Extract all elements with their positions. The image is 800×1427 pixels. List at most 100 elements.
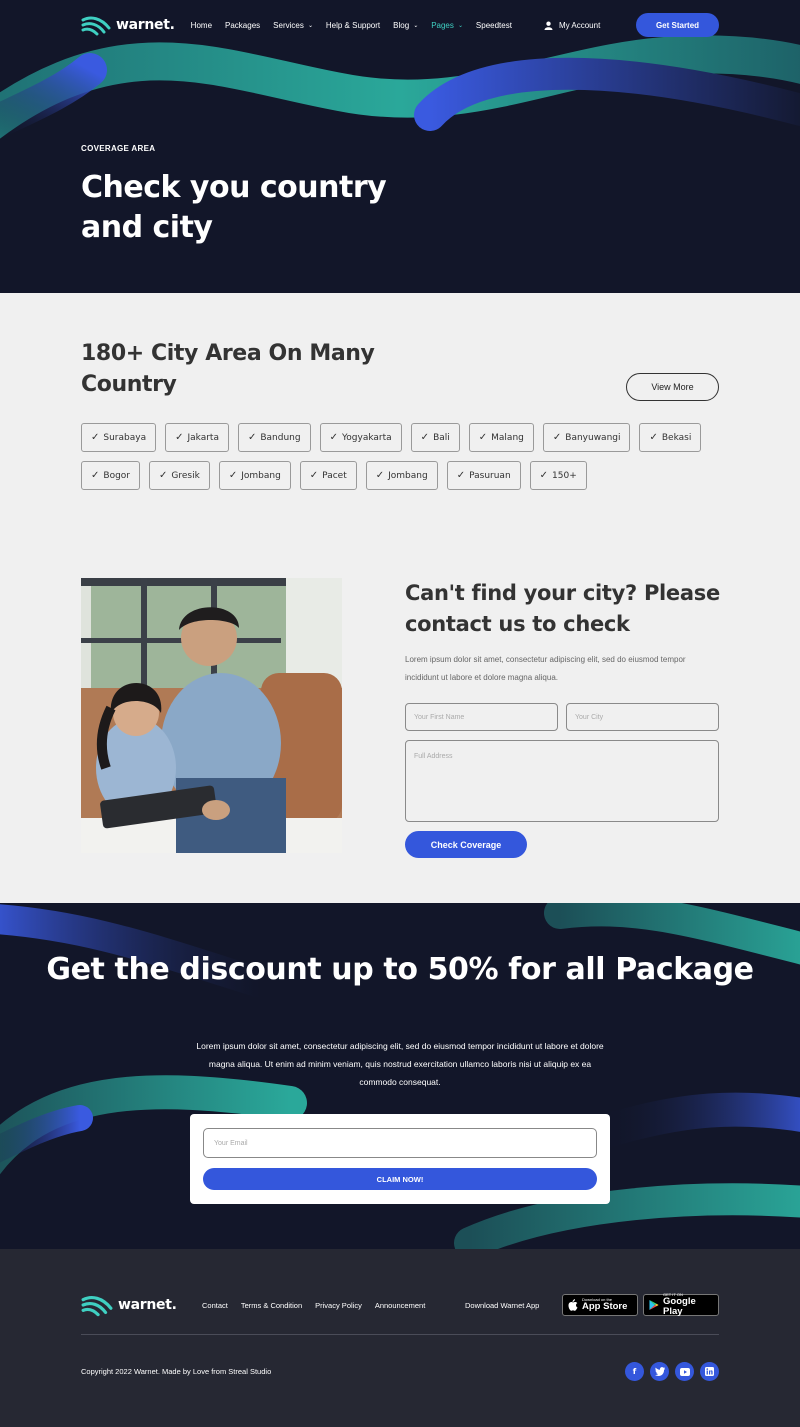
first-name-input[interactable]: Your First Name bbox=[405, 703, 558, 731]
city-chip-label: Malang bbox=[491, 432, 524, 443]
my-account-label: My Account bbox=[558, 20, 601, 30]
check-icon: ✓ bbox=[175, 432, 184, 443]
check-icon: ✓ bbox=[228, 470, 238, 481]
hero-title: Check you country and city bbox=[81, 170, 387, 245]
nav-item-pages[interactable]: Pages ⌄ bbox=[431, 21, 463, 30]
twitter-icon[interactable] bbox=[650, 1362, 669, 1381]
footer-brand-logo[interactable]: warnet. bbox=[81, 1293, 177, 1317]
city-chip[interactable]: ✓ Surabaya bbox=[81, 423, 157, 452]
check-icon: ✓ bbox=[247, 432, 257, 443]
check-icon: ✓ bbox=[539, 470, 549, 481]
footer-brand-name: warnet. bbox=[118, 1297, 177, 1313]
promo-title: Get the discount up to 50% for all Packa… bbox=[46, 952, 754, 987]
facebook-icon[interactable]: f bbox=[625, 1362, 644, 1381]
city-chip-label: Bandung bbox=[260, 432, 301, 443]
hero-section: warnet. Home Packages Services ⌄ Help & S… bbox=[0, 0, 800, 293]
footer-links: Contact Terms & Condition Privacy Policy… bbox=[202, 1301, 425, 1310]
city-chip-label: Pasuruan bbox=[469, 470, 511, 481]
city-chip[interactable]: ✓ Bali bbox=[410, 423, 460, 452]
check-icon: ✓ bbox=[649, 432, 658, 443]
city-chip-label: Surabaya bbox=[103, 432, 147, 443]
city-chip[interactable]: ✓ Bogor bbox=[81, 461, 140, 490]
contact-title: Can't find your city? Please contact us … bbox=[405, 581, 720, 636]
app-store-big-text: App Store bbox=[582, 1301, 628, 1312]
city-chip-label: Jombang bbox=[241, 470, 281, 481]
city-chip-label: Bogor bbox=[103, 470, 130, 481]
city-chip-row: ✓ Surabaya ✓ Jakarta ✓ Bandung ✓ Yogyakarta ✓ Bal… bbox=[81, 423, 721, 452]
nav-item-speedtest[interactable]: Speedtest bbox=[476, 21, 512, 30]
check-icon: ✓ bbox=[159, 470, 168, 481]
main-menu: Home Packages Services ⌄ Help & Support B… bbox=[191, 21, 525, 30]
city-chip-label: Jakarta bbox=[187, 432, 219, 443]
city-chip-list: ✓ Surabaya ✓ Jakarta ✓ Bandung ✓ Yogyakarta ✓ Bal… bbox=[81, 423, 721, 499]
get-started-button[interactable]: Get Started bbox=[636, 13, 719, 37]
city-chip-label: Banyuwangi bbox=[565, 432, 621, 443]
google-play-badge[interactable]: GET IT ON Google Play bbox=[643, 1293, 719, 1317]
view-more-button[interactable]: View More bbox=[626, 373, 719, 401]
footer-link-contact[interactable]: Contact bbox=[202, 1301, 228, 1310]
social-links: f bbox=[625, 1362, 719, 1381]
user-icon bbox=[544, 21, 553, 30]
city-chip[interactable]: ✓ Banyuwangi bbox=[542, 423, 631, 452]
nav-item-help-label: Help & Support bbox=[325, 20, 381, 30]
nav-item-blog-label: Blog bbox=[393, 20, 410, 30]
city-chip-label: Bali bbox=[433, 432, 450, 443]
brand-name: warnet. bbox=[116, 17, 175, 33]
apple-icon bbox=[568, 1299, 578, 1311]
full-address-textarea[interactable]: Full Address bbox=[405, 740, 719, 822]
nav-item-blog[interactable]: Blog ⌄ bbox=[393, 21, 418, 30]
contact-description: Lorem ipsum dolor sit amet, consectetur … bbox=[405, 655, 686, 682]
chevron-down-icon: ⌄ bbox=[457, 22, 463, 29]
check-icon: ✓ bbox=[375, 470, 385, 481]
city-chip[interactable]: ✓ Pasuruan bbox=[446, 461, 521, 490]
chevron-down-icon: ⌄ bbox=[413, 22, 419, 29]
check-icon: ✓ bbox=[309, 470, 319, 481]
city-chip[interactable]: ✓ 150+ bbox=[529, 461, 587, 490]
claim-card: Your Email CLAIM NOW! bbox=[190, 1114, 610, 1204]
copyright-text: Copyright 2022 Warnet. Made by Love from… bbox=[81, 1367, 272, 1376]
claim-now-button[interactable]: CLAIM NOW! bbox=[203, 1168, 597, 1190]
footer: warnet. Contact Terms & Condition Privac… bbox=[0, 1249, 800, 1427]
nav-item-services[interactable]: Services ⌄ bbox=[273, 21, 313, 30]
city-chip[interactable]: ✓ Yogyakarta bbox=[319, 423, 402, 452]
discount-section: Get the discount up to 50% for all Packa… bbox=[0, 903, 800, 1249]
footer-link-terms[interactable]: Terms & Condition bbox=[241, 1301, 302, 1310]
city-input[interactable]: Your City bbox=[566, 703, 719, 731]
chevron-down-icon: ⌄ bbox=[307, 22, 313, 29]
top-nav: warnet. Home Packages Services ⌄ Help & S… bbox=[81, 12, 719, 38]
youtube-icon[interactable] bbox=[675, 1362, 694, 1381]
city-chip[interactable]: ✓ Bekasi bbox=[639, 423, 702, 452]
nav-item-home-label: Home bbox=[190, 20, 213, 30]
linkedin-icon[interactable] bbox=[700, 1362, 719, 1381]
city-chip-label: Jombang bbox=[388, 470, 428, 481]
check-icon: ✓ bbox=[91, 470, 100, 481]
footer-link-announcement[interactable]: Announcement bbox=[375, 1301, 425, 1310]
city-chip[interactable]: ✓ Pacet bbox=[299, 461, 357, 490]
check-coverage-button[interactable]: Check Coverage bbox=[405, 831, 527, 858]
nav-item-home[interactable]: Home bbox=[191, 21, 212, 30]
city-chip[interactable]: ✓ Jombang bbox=[218, 461, 291, 490]
nav-item-packages[interactable]: Packages bbox=[225, 21, 260, 30]
check-icon: ✓ bbox=[552, 432, 562, 443]
wifi-logo-icon bbox=[81, 1296, 113, 1317]
footer-link-privacy[interactable]: Privacy Policy bbox=[315, 1301, 362, 1310]
brand-logo[interactable]: warnet. bbox=[81, 14, 175, 36]
wifi-logo-icon bbox=[81, 16, 111, 36]
city-chip[interactable]: ✓ Malang bbox=[468, 423, 534, 452]
city-chip[interactable]: ✓ Bandung bbox=[237, 423, 311, 452]
hero-eyebrow: COVERAGE AREA bbox=[81, 144, 156, 153]
footer-divider bbox=[81, 1334, 719, 1335]
email-input[interactable]: Your Email bbox=[203, 1128, 597, 1158]
nav-item-speedtest-label: Speedtest bbox=[475, 20, 512, 30]
city-chip-label: Bekasi bbox=[661, 432, 692, 443]
app-store-badge[interactable]: Download on the App Store bbox=[562, 1294, 638, 1316]
check-icon: ✓ bbox=[91, 432, 100, 443]
city-chip-row: ✓ Bogor ✓ Gresik ✓ Jombang ✓ Pacet ✓ Jombang ✓ Pasu… bbox=[81, 461, 721, 490]
nav-item-help[interactable]: Help & Support bbox=[326, 21, 380, 30]
promo-description: Lorem ipsum dolor sit amet, consectetur … bbox=[196, 1041, 604, 1087]
check-icon: ✓ bbox=[478, 432, 488, 443]
city-chip[interactable]: ✓ Jombang bbox=[365, 461, 438, 490]
my-account-link[interactable]: My Account bbox=[544, 21, 600, 30]
city-chip[interactable]: ✓ Gresik bbox=[149, 461, 210, 490]
city-chip[interactable]: ✓ Jakarta bbox=[165, 423, 229, 452]
